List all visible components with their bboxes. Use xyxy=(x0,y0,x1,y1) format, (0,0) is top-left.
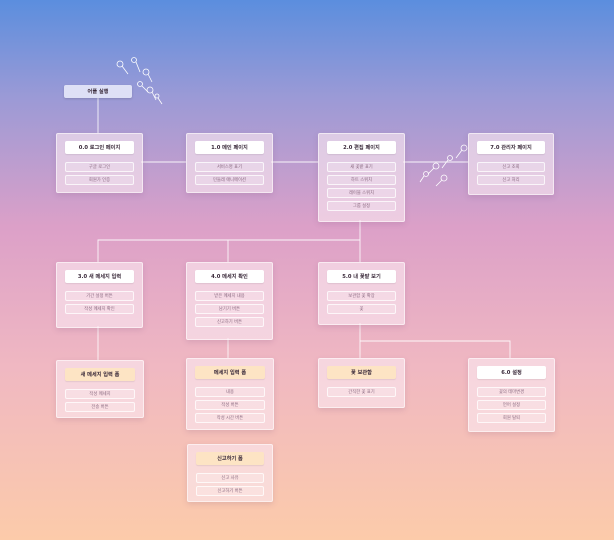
node-item: 남기기 버튼 xyxy=(195,304,264,314)
node-item: 그룹 설정 xyxy=(327,201,396,211)
edit-page-node: 2.0 편집 페이지 새 꽃밭 표기 하트 스위치 레이블 스위치 그룹 설정 xyxy=(318,133,405,222)
node-item: 간직한 꽃 표기 xyxy=(327,387,396,397)
node-item: 신고 조회 xyxy=(477,162,545,172)
report-form-node: 신고하기 폼 신고 사유 신고하기 버튼 xyxy=(187,444,273,502)
node-item: 작성 시간 버튼 xyxy=(195,413,265,423)
message-input-form-node: 메세지 입력 폼 내용 작성 버튼 작성 시간 버튼 xyxy=(186,358,274,430)
node-item: 하트 스위치 xyxy=(327,175,396,185)
node-item: 신고 사유 xyxy=(196,473,264,483)
node-item: 작성 버튼 xyxy=(195,400,265,410)
dandelion-seeds-icon xyxy=(116,57,163,105)
node-item: 레이블 스위치 xyxy=(327,188,396,198)
node-title: 신고하기 폼 xyxy=(196,452,264,465)
my-garden-node: 5.0 내 꽃밭 보기 보관함 꽃 확장 꽃 xyxy=(318,262,405,325)
node-item: 언어 설정 xyxy=(477,400,546,410)
node-title: 3.0 새 메세지 입력 xyxy=(65,270,134,283)
node-title: 5.0 내 꽃밭 보기 xyxy=(327,270,396,283)
node-item: 전송 버튼 xyxy=(65,402,135,412)
node-item: 받은 메세지 내용 xyxy=(195,291,264,301)
node-item: 민들레 애니메이션 xyxy=(195,175,264,185)
node-title: 메세지 입력 폼 xyxy=(195,366,265,379)
flow-diagram: 어플 실행 0.0 로그인 페이지 구글 로그인 회원가 인증 1.0 메인 페 xyxy=(0,0,614,540)
node-item: 서비스명 표기 xyxy=(195,162,264,172)
node-item: 보관함 꽃 확장 xyxy=(327,291,396,301)
node-title: 꽃 보관함 xyxy=(327,366,396,379)
dandelion-seeds-icon xyxy=(419,144,468,187)
node-title: 새 메세지 입력 폼 xyxy=(65,368,135,381)
node-item: 신고 처리 xyxy=(477,175,545,185)
node-item: 회원 탈퇴 xyxy=(477,413,546,423)
node-item: 회원가 인증 xyxy=(65,175,134,185)
node-title: 0.0 로그인 페이지 xyxy=(65,141,134,154)
node-item: 작성 메세지 확인 xyxy=(65,304,134,314)
new-message-form-node: 새 메세지 입력 폼 작성 메세지 전송 버튼 xyxy=(56,360,144,418)
new-message-node: 3.0 새 메세지 입력 기간 설정 버튼 작성 메세지 확인 xyxy=(56,262,143,328)
node-title: 7.0 관리자 페이지 xyxy=(477,141,545,154)
node-item: 내용 xyxy=(195,387,265,397)
node-item: 신고하기 버튼 xyxy=(196,486,264,496)
node-item: 꽃 xyxy=(327,304,396,314)
node-item: 꽃의 테마변경 xyxy=(477,387,546,397)
node-item: 구글 로그인 xyxy=(65,162,134,172)
admin-page-node: 7.0 관리자 페이지 신고 조회 신고 처리 xyxy=(468,133,554,195)
main-page-node: 1.0 메인 페이지 서비스명 표기 민들레 애니메이션 xyxy=(186,133,273,193)
node-title: 1.0 메인 페이지 xyxy=(195,141,264,154)
message-check-node: 4.0 메세지 확인 받은 메세지 내용 남기기 버튼 신고하기 버튼 xyxy=(186,262,273,340)
node-item: 새 꽃밭 표기 xyxy=(327,162,396,172)
login-page-node: 0.0 로그인 페이지 구글 로그인 회원가 인증 xyxy=(56,133,143,193)
flower-storage-node: 꽃 보관함 간직한 꽃 표기 xyxy=(318,358,405,408)
node-item: 신고하기 버튼 xyxy=(195,317,264,327)
node-item: 기간 설정 버튼 xyxy=(65,291,134,301)
node-item: 작성 메세지 xyxy=(65,389,135,399)
node-title: 6.0 설정 xyxy=(477,366,546,379)
node-title: 2.0 편집 페이지 xyxy=(327,141,396,154)
node-title: 4.0 메세지 확인 xyxy=(195,270,264,283)
settings-node: 6.0 설정 꽃의 테마변경 언어 설정 회원 탈퇴 xyxy=(468,358,555,432)
